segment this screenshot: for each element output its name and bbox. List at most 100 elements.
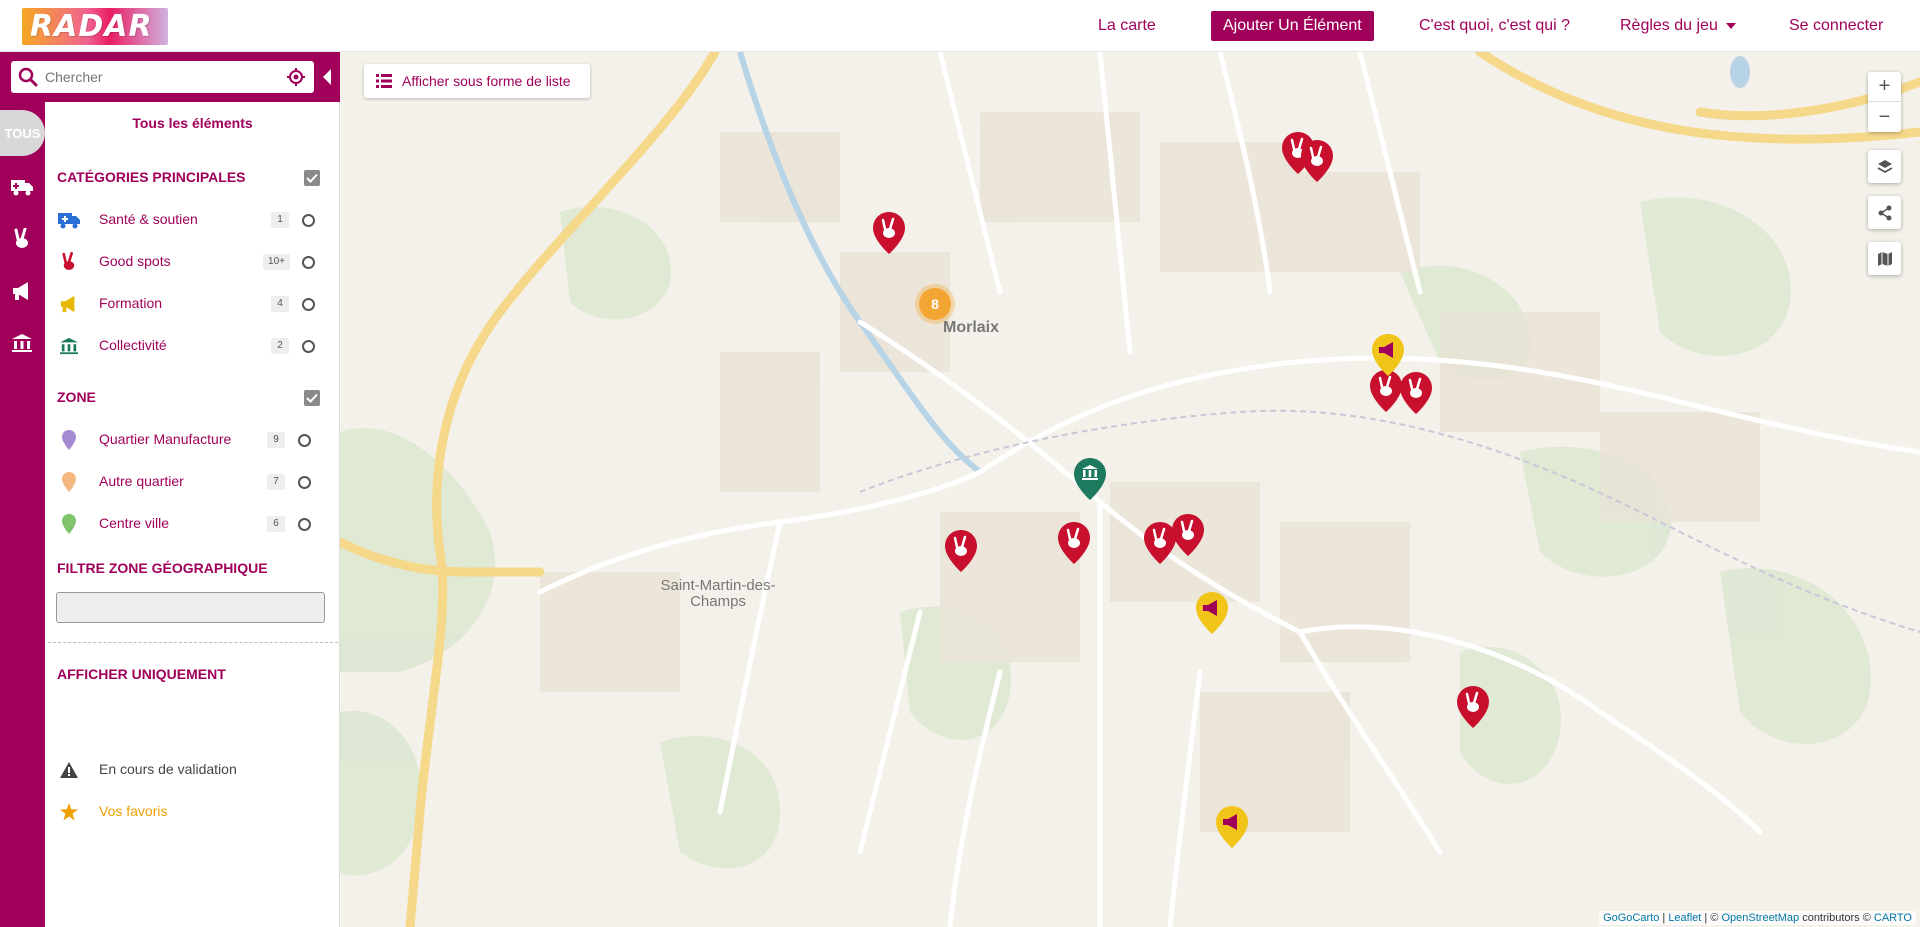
rules-dropdown[interactable]: Règles du jeu bbox=[1620, 17, 1718, 35]
star-icon bbox=[57, 800, 81, 824]
radar-logo[interactable]: RADAR bbox=[22, 8, 168, 45]
bank-icon[interactable] bbox=[7, 328, 37, 358]
leaflet-link[interactable]: Leaflet bbox=[1668, 912, 1701, 924]
category-good-spots[interactable]: Good spots 10+ bbox=[57, 250, 332, 274]
category-count: 1 bbox=[271, 212, 289, 228]
share-button[interactable] bbox=[1868, 196, 1901, 229]
nav-map[interactable]: La carte bbox=[1098, 0, 1156, 52]
category-radio[interactable] bbox=[302, 298, 315, 311]
category-formation[interactable]: Formation 4 bbox=[57, 292, 332, 316]
map-style-button[interactable] bbox=[1868, 242, 1901, 275]
category-rail: TOUS bbox=[0, 52, 45, 927]
osm-link[interactable]: OpenStreetMap bbox=[1721, 912, 1799, 924]
map-icon bbox=[1877, 251, 1892, 266]
megaphone-icon[interactable] bbox=[7, 276, 37, 306]
collectivite-marker[interactable] bbox=[1074, 458, 1106, 500]
zone-count: 9 bbox=[267, 432, 285, 448]
good-spot-marker[interactable] bbox=[1058, 522, 1090, 564]
nav-login[interactable]: Se connecter bbox=[1789, 0, 1883, 52]
category-collectivite[interactable]: Collectivité 2 bbox=[57, 334, 332, 358]
map-tiles[interactable] bbox=[340, 52, 1920, 927]
zone-label: Autre quartier bbox=[99, 473, 184, 489]
category-label: Collectivité bbox=[99, 337, 167, 353]
collapse-sidebar-icon[interactable] bbox=[323, 69, 331, 85]
map-attribution: GoGoCarto | Leaflet | © OpenStreetMap co… bbox=[1599, 911, 1916, 925]
rail-all-button[interactable]: TOUS bbox=[0, 110, 45, 156]
place-label-morlaix: Morlaix bbox=[943, 319, 1000, 336]
zone-radio[interactable] bbox=[298, 434, 311, 447]
formation-marker[interactable] bbox=[1216, 806, 1248, 848]
zone-count: 6 bbox=[267, 516, 285, 532]
layers-button[interactable] bbox=[1868, 150, 1901, 183]
filter-pending-validation[interactable]: En cours de validation bbox=[57, 758, 361, 782]
section-divider bbox=[48, 642, 338, 643]
add-element-button[interactable]: Ajouter Un Élément bbox=[1211, 11, 1374, 41]
all-elements-title[interactable]: Tous les éléments bbox=[45, 115, 340, 131]
good-spot-marker[interactable] bbox=[1457, 686, 1489, 728]
peace-hand-icon[interactable] bbox=[7, 224, 37, 254]
search-box[interactable] bbox=[11, 61, 314, 93]
carto-link[interactable]: CARTO bbox=[1874, 912, 1912, 924]
category-label: Santé & soutien bbox=[99, 211, 198, 227]
category-sante[interactable]: Santé & soutien 1 bbox=[57, 208, 332, 232]
filter-label: Vos favoris bbox=[99, 803, 168, 819]
bank-icon bbox=[57, 334, 81, 358]
search-icon bbox=[18, 67, 38, 87]
geolocate-icon[interactable] bbox=[287, 68, 305, 86]
zone-manufacture[interactable]: Quartier Manufacture 9 bbox=[57, 428, 332, 452]
formation-marker[interactable] bbox=[1196, 592, 1228, 634]
good-spot-marker[interactable] bbox=[1172, 514, 1204, 556]
search-input[interactable] bbox=[45, 61, 280, 93]
formation-marker[interactable] bbox=[1372, 334, 1404, 376]
show-only-title: AFFICHER UNIQUEMENT bbox=[57, 666, 226, 682]
good-spot-marker[interactable] bbox=[1370, 370, 1402, 412]
login-link[interactable]: Se connecter bbox=[1789, 17, 1883, 35]
good-spot-marker[interactable] bbox=[1301, 140, 1333, 182]
place-label-saint-martin: Saint-Martin-des-Champs bbox=[660, 577, 776, 610]
main-categories-title: CATÉGORIES PRINCIPALES bbox=[57, 169, 246, 185]
ambulance-icon[interactable] bbox=[7, 172, 37, 202]
about-link[interactable]: C'est quoi, c'est qui ? bbox=[1419, 17, 1570, 35]
list-view-label: Afficher sous forme de liste bbox=[402, 73, 571, 89]
zone-radio[interactable] bbox=[298, 518, 311, 531]
gogocarto-link[interactable]: GoGoCarto bbox=[1603, 912, 1659, 924]
peace-hand-icon bbox=[57, 250, 81, 274]
zone-count: 7 bbox=[267, 474, 285, 490]
zone-autre-quartier[interactable]: Autre quartier 7 bbox=[57, 470, 332, 494]
nav-map-link[interactable]: La carte bbox=[1098, 17, 1156, 35]
zone-title: ZONE bbox=[57, 389, 96, 405]
zone-radio[interactable] bbox=[298, 476, 311, 489]
zoom-control[interactable]: + − bbox=[1868, 72, 1901, 132]
layers-icon bbox=[1877, 159, 1892, 173]
list-icon bbox=[376, 74, 392, 88]
filter-label: En cours de validation bbox=[99, 761, 237, 777]
list-view-button[interactable]: Afficher sous forme de liste bbox=[364, 64, 590, 98]
good-spot-marker[interactable] bbox=[945, 530, 977, 572]
ambulance-icon bbox=[57, 208, 81, 232]
map-pin-icon bbox=[57, 512, 81, 536]
zone-label: Quartier Manufacture bbox=[99, 431, 232, 447]
category-radio[interactable] bbox=[302, 214, 315, 227]
map-view[interactable]: Morlaix Saint-Martin-des-Champs Afficher… bbox=[340, 52, 1920, 927]
zone-centre-ville[interactable]: Centre ville 6 bbox=[57, 512, 332, 536]
map-pin-icon bbox=[57, 470, 81, 494]
good-spot-marker[interactable] bbox=[873, 212, 905, 254]
geo-filter-field[interactable] bbox=[56, 592, 325, 623]
warning-icon bbox=[57, 758, 81, 782]
top-header: RADAR La carte Ajouter Un Élément C'est … bbox=[0, 0, 1920, 52]
category-radio[interactable] bbox=[302, 256, 315, 269]
map-pin-icon bbox=[57, 428, 81, 452]
zoom-in-button[interactable]: + bbox=[1868, 72, 1901, 102]
marker-cluster[interactable]: 8 bbox=[919, 288, 951, 320]
zone-checkbox[interactable] bbox=[304, 390, 320, 406]
nav-add[interactable]: Ajouter Un Élément bbox=[1211, 0, 1374, 52]
megaphone-icon bbox=[57, 292, 81, 316]
nav-about[interactable]: C'est quoi, c'est qui ? bbox=[1419, 0, 1570, 52]
geo-filter-title: FILTRE ZONE GÉOGRAPHIQUE bbox=[57, 560, 268, 576]
zoom-out-button[interactable]: − bbox=[1868, 102, 1901, 132]
good-spot-marker[interactable] bbox=[1400, 372, 1432, 414]
nav-rules[interactable]: Règles du jeu bbox=[1620, 0, 1736, 52]
filter-favorites[interactable]: Vos favoris bbox=[57, 800, 361, 824]
main-categories-checkbox[interactable] bbox=[304, 170, 320, 186]
category-radio[interactable] bbox=[302, 340, 315, 353]
